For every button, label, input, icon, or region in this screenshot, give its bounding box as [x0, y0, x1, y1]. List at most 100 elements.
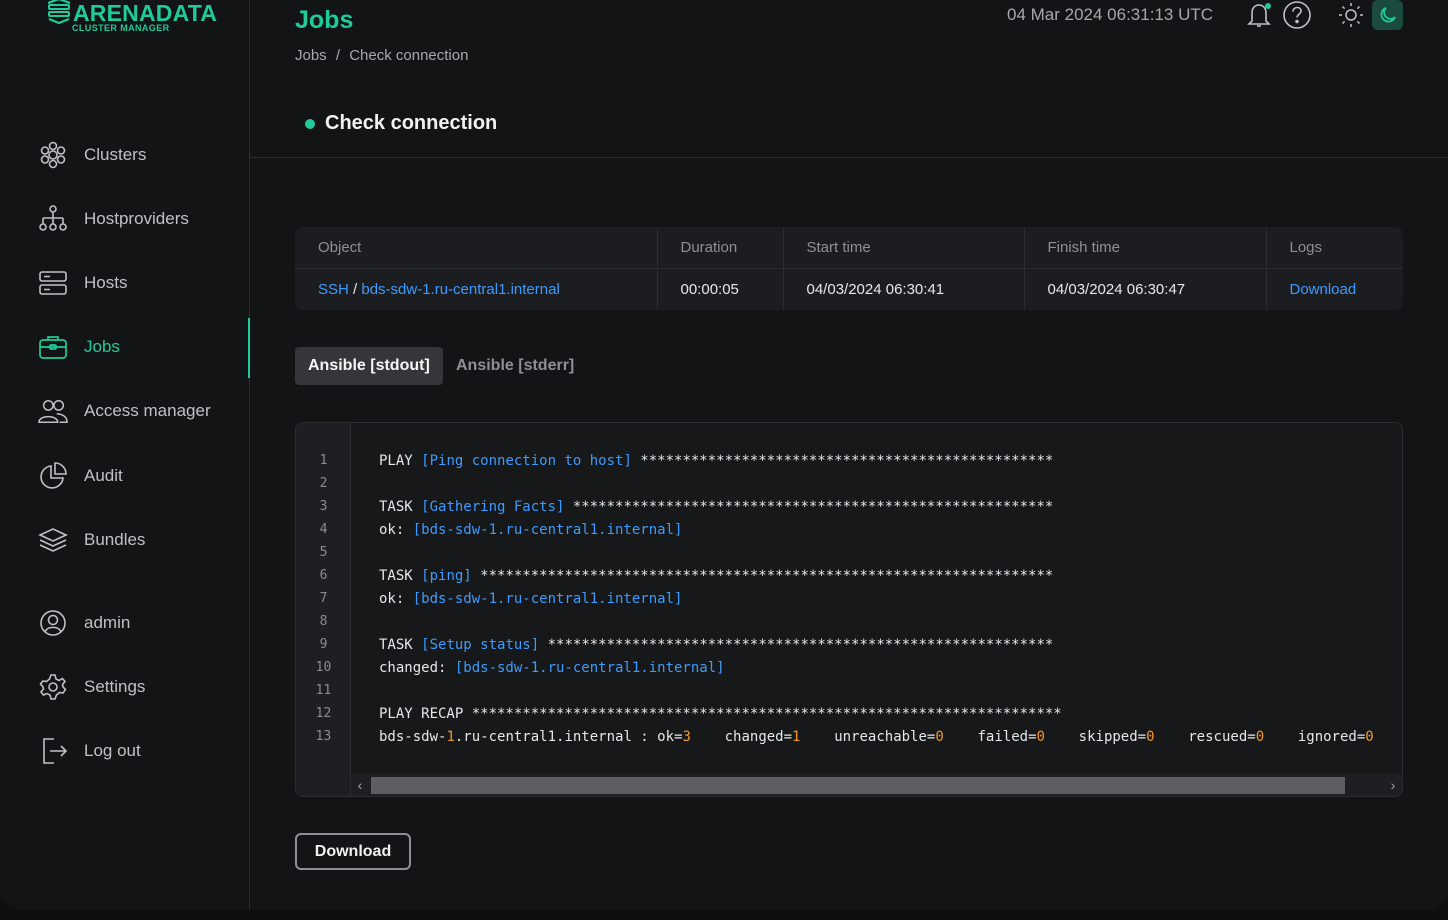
table-header-row: Object Duration Start time Finish time L…: [295, 227, 1403, 269]
horizontal-scrollbar[interactable]: ‹ ›: [351, 774, 1402, 796]
log-line: ok: [bds-sdw-1.ru-central1.internal]: [379, 591, 682, 607]
line-number-gutter: 1 2 3 4 5 6 7 8 9 10 11 12 13: [296, 423, 351, 796]
line-number: 6: [319, 568, 328, 583]
divider: [250, 157, 1448, 158]
log-text: ignored=: [1264, 729, 1366, 745]
log-keyword: TASK: [379, 568, 422, 584]
log-bracket-value: [bds-sdw-1.ru-central1.internal]: [412, 591, 683, 607]
sidebar-item-jobs[interactable]: Jobs: [38, 331, 250, 363]
scroll-right-button[interactable]: ›: [1384, 774, 1402, 796]
sidebar-item-label: Clusters: [84, 145, 147, 164]
object-host-link[interactable]: bds-sdw-1.ru-central1.internal: [361, 281, 559, 298]
job-title-text: Check connection: [325, 112, 498, 134]
log-number: 0: [935, 729, 944, 745]
log-number: 0: [1146, 729, 1155, 745]
breadcrumb: Jobs / Check connection: [295, 47, 468, 64]
log-number: 3: [682, 729, 691, 745]
log-line: TASK [ping] ****************************…: [379, 568, 1053, 584]
sidebar-item-label: Hosts: [84, 273, 128, 292]
log-number: 0: [1255, 729, 1265, 745]
log-line: PLAY RECAP *****************************…: [379, 706, 1062, 722]
sidebar-item-logout[interactable]: Log out: [38, 735, 250, 767]
sidebar-item-access-manager[interactable]: Access manager: [38, 395, 250, 427]
brand-logo-icon: [47, 0, 71, 24]
server-icon: [38, 268, 68, 298]
object-type-link[interactable]: SSH: [318, 281, 349, 298]
theme-light-button[interactable]: [1337, 0, 1365, 30]
sidebar-item-label: Bundles: [84, 530, 146, 549]
log-stars: ****************************************…: [471, 706, 1062, 722]
tab-ansible-stderr[interactable]: Ansible [stderr]: [443, 347, 587, 385]
log-text: unreachable=: [800, 729, 936, 745]
log-keyword: ok:: [379, 522, 413, 538]
log-text: .ru-central1.internal : ok=: [454, 729, 683, 745]
briefcase-icon: [38, 332, 68, 362]
breadcrumb-separator: /: [335, 47, 341, 64]
logs-download-link[interactable]: Download: [1290, 281, 1357, 298]
sidebar-item-bundles[interactable]: Bundles: [38, 524, 250, 556]
log-stars: ****************************************…: [471, 568, 1054, 584]
sidebar-item-hostproviders[interactable]: Hostproviders: [38, 203, 250, 235]
sidebar-item-label: Hostproviders: [84, 209, 189, 228]
log-line: changed: [bds-sdw-1.ru-central1.internal…: [379, 660, 725, 676]
log-keyword: TASK: [379, 499, 422, 515]
sidebar: ARENADATA CLUSTER MANAGER Clusters Hostp…: [0, 0, 250, 910]
logout-icon: [38, 736, 68, 766]
log-content: PLAY [Ping connection to host] *********…: [379, 423, 1401, 796]
line-number: 5: [319, 545, 328, 560]
log-stars: ****************************************…: [539, 637, 1054, 653]
brand-logo[interactable]: ARENADATA CLUSTER MANAGER: [46, 0, 217, 33]
sidebar-item-label: Audit: [84, 466, 123, 485]
log-bracket-value: [bds-sdw-1.ru-central1.internal]: [454, 660, 725, 676]
sidebar-item-label: admin: [84, 613, 131, 632]
sidebar-item-hosts[interactable]: Hosts: [38, 267, 250, 299]
breadcrumb-jobs-link[interactable]: Jobs: [295, 47, 327, 64]
log-bracket-value: [Setup status]: [421, 637, 540, 653]
finish-time-cell: 04/03/2024 06:30:47: [1024, 268, 1267, 310]
line-number: 1: [319, 453, 328, 468]
hierarchy-icon: [38, 204, 68, 234]
sidebar-item-label: Settings: [84, 677, 146, 696]
gear-icon: [38, 672, 68, 702]
log-bracket-value: [Ping connection to host]: [421, 453, 632, 469]
log-bracket-value: [bds-sdw-1.ru-central1.internal]: [412, 522, 683, 538]
log-keyword: changed:: [379, 660, 455, 676]
line-number: 3: [319, 499, 328, 514]
breadcrumb-current: Check connection: [349, 47, 469, 64]
log-keyword: PLAY: [379, 453, 422, 469]
log-number: 1: [446, 729, 455, 745]
log-line: TASK [Gathering Facts] *****************…: [379, 499, 1053, 515]
line-number: 10: [315, 660, 332, 675]
sidebar-item-label: Access manager: [84, 401, 211, 420]
object-separator: /: [348, 280, 362, 298]
sidebar-item-audit[interactable]: Audit: [38, 460, 250, 492]
column-header-logs: Logs: [1266, 227, 1403, 269]
line-number: 7: [319, 591, 328, 606]
users-icon: [38, 396, 68, 426]
sidebar-item-settings[interactable]: Settings: [38, 671, 250, 703]
clusters-icon: [38, 140, 68, 170]
theme-dark-button[interactable]: [1372, 0, 1403, 30]
logs-cell: Download: [1266, 268, 1403, 310]
app-window: ARENADATA CLUSTER MANAGER Clusters Hostp…: [0, 0, 1448, 910]
tab-ansible-stdout[interactable]: Ansible [stdout]: [295, 347, 443, 385]
help-button[interactable]: [1282, 0, 1312, 30]
scroll-left-button[interactable]: ‹: [351, 774, 369, 796]
notifications-button[interactable]: [1246, 0, 1274, 30]
user-circle-icon: [38, 608, 68, 638]
scrollbar-thumb[interactable]: [371, 777, 1345, 794]
sidebar-item-admin[interactable]: admin: [38, 607, 250, 639]
current-datetime: 04 Mar 2024 06:31:13 UTC: [1007, 5, 1214, 24]
download-log-button[interactable]: Download: [295, 833, 411, 870]
sidebar-item-clusters[interactable]: Clusters: [38, 139, 250, 171]
start-time-cell: 04/03/2024 06:30:41: [783, 268, 1025, 310]
log-line: TASK [Setup status] ********************…: [379, 637, 1053, 653]
log-text: failed=: [943, 729, 1037, 745]
line-number: 13: [315, 729, 332, 744]
log-viewer[interactable]: 1 2 3 4 5 6 7 8 9 10 11 12 13 PLAY [Ping connection …: [295, 422, 1403, 797]
log-keyword: TASK: [379, 637, 422, 653]
job-title: Check connection: [305, 112, 497, 135]
log-number: 0: [1365, 729, 1374, 745]
log-text: changed=: [690, 729, 793, 745]
log-text: rescued=: [1154, 729, 1256, 745]
